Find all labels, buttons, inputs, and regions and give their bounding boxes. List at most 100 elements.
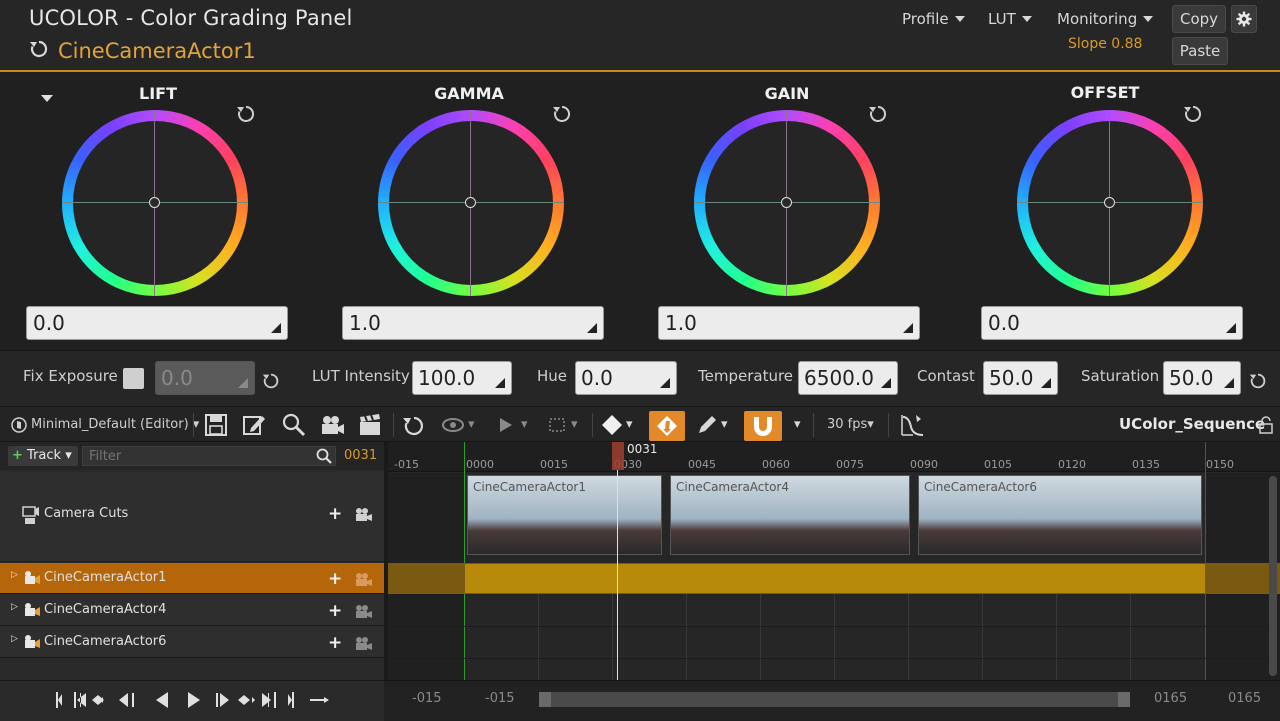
chevron-down-icon[interactable]: ▾	[626, 417, 633, 432]
curve-editor-icon[interactable]	[899, 413, 925, 437]
camera-icon[interactable]	[354, 636, 372, 650]
playhead-line[interactable]	[617, 470, 618, 680]
track-row[interactable]: ▷ CineCameraActor4 +	[0, 595, 384, 626]
menu-lut[interactable]: LUT	[988, 10, 1032, 28]
fix-exposure-field[interactable]: 0.0	[155, 361, 255, 395]
gain-value-field[interactable]: 1.0	[658, 306, 920, 340]
fps-dropdown[interactable]: 30 fps▾	[827, 417, 874, 432]
chevron-down-icon[interactable]: ▾	[571, 417, 578, 432]
chevron-down-icon[interactable]: ▾	[468, 417, 475, 432]
lut-intensity-field[interactable]: 100.0	[412, 361, 512, 395]
camera-icon[interactable]	[354, 604, 372, 618]
expand-icon[interactable]	[659, 377, 671, 389]
jump-to-end-icon[interactable]	[288, 692, 294, 708]
gamma-wheel[interactable]	[378, 110, 564, 296]
step-forward-icon[interactable]	[262, 692, 276, 708]
play-range-icon[interactable]	[494, 413, 520, 437]
search-icon[interactable]	[316, 448, 332, 464]
step-frame-forward-icon[interactable]	[216, 693, 229, 707]
expand-icon[interactable]	[880, 377, 892, 389]
expand-arrow-icon[interactable]: ▷	[11, 602, 18, 612]
camera-cuts-row[interactable]: Camera Cuts +	[0, 472, 384, 562]
undo-icon[interactable]	[401, 413, 427, 437]
visibility-icon[interactable]	[441, 413, 467, 437]
step-frame-back-icon[interactable]	[119, 693, 134, 707]
actor-name[interactable]: CineCameraActor1	[58, 39, 256, 63]
camera-section-bar[interactable]	[465, 564, 1205, 593]
paste-button[interactable]: Paste	[1172, 37, 1228, 65]
reset-icon[interactable]	[235, 103, 257, 125]
wheel-handle[interactable]	[781, 197, 792, 208]
wheel-handle[interactable]	[149, 197, 160, 208]
reset-icon[interactable]	[1248, 371, 1268, 391]
wheel-handle[interactable]	[1104, 197, 1115, 208]
end-marker[interactable]	[1205, 442, 1206, 680]
camera-cut-clip[interactable]: CineCameraActor4	[670, 475, 910, 555]
search-icon[interactable]	[281, 413, 307, 437]
camera-cut-clip[interactable]: CineCameraActor6	[918, 475, 1202, 555]
add-track-button[interactable]: + Track ▾	[8, 446, 78, 466]
pencil-icon[interactable]	[695, 413, 721, 437]
expand-icon[interactable]	[270, 322, 282, 334]
view-end[interactable]: 0165	[1154, 691, 1187, 706]
play-reverse-icon[interactable]	[156, 692, 168, 708]
menu-profile[interactable]: Profile	[902, 10, 965, 28]
add-icon[interactable]: +	[328, 601, 342, 621]
preset-dropdown[interactable]: Minimal_Default (Editor) ▾	[31, 417, 199, 432]
saturation-field[interactable]: 50.0	[1163, 361, 1241, 395]
add-icon[interactable]: +	[328, 504, 342, 524]
gamma-value-field[interactable]: 1.0	[342, 306, 604, 340]
camera-icon[interactable]	[354, 572, 372, 586]
camera-cut-clip[interactable]: CineCameraActor1	[467, 475, 662, 555]
expand-icon[interactable]	[1223, 377, 1235, 389]
reset-icon[interactable]	[1182, 103, 1204, 125]
wheel-handle[interactable]	[465, 197, 476, 208]
lift-value-field[interactable]: 0.0	[26, 306, 288, 340]
jump-to-start-icon[interactable]	[56, 692, 62, 708]
vertical-scrollbar[interactable]	[1269, 476, 1277, 676]
range-start[interactable]: -015	[412, 691, 442, 706]
lock-icon[interactable]	[1258, 416, 1274, 434]
key-icon[interactable]	[599, 413, 625, 437]
chevron-down-icon[interactable]: ▾	[794, 417, 801, 432]
save-icon[interactable]	[203, 413, 229, 437]
chevron-down-icon[interactable]: ▾	[721, 417, 728, 432]
reset-icon[interactable]	[28, 38, 50, 60]
copy-button[interactable]: Copy	[1172, 5, 1226, 33]
expand-icon[interactable]	[902, 322, 914, 334]
expand-icon[interactable]	[1040, 377, 1052, 389]
snap-button[interactable]	[744, 411, 782, 441]
range-end[interactable]: 0165	[1228, 691, 1261, 706]
temperature-field[interactable]: 6500.0	[798, 361, 898, 395]
expand-icon[interactable]	[586, 322, 598, 334]
edit-icon[interactable]	[241, 413, 267, 437]
gain-wheel[interactable]	[694, 110, 880, 296]
settings-button[interactable]	[1231, 5, 1257, 33]
track-row[interactable]: ▷ CineCameraActor1 +	[0, 563, 384, 594]
current-frame[interactable]: 0031	[344, 448, 377, 463]
play-icon[interactable]	[188, 692, 200, 708]
expand-arrow-icon[interactable]: ▷	[11, 570, 18, 580]
lift-wheel[interactable]	[62, 110, 248, 296]
expand-arrow-icon[interactable]: ▷	[11, 634, 18, 644]
view-start[interactable]: -015	[485, 691, 515, 706]
step-back-icon[interactable]	[74, 692, 86, 708]
track-row[interactable]: ▷ CineCameraActor6 +	[0, 627, 384, 658]
menu-monitoring[interactable]: Monitoring	[1057, 10, 1154, 28]
start-marker[interactable]	[464, 442, 465, 680]
collapse-arrow-icon[interactable]	[41, 95, 53, 102]
playhead-handle[interactable]	[612, 442, 624, 470]
track-filter-input[interactable]	[82, 446, 336, 466]
loop-icon[interactable]	[310, 697, 329, 703]
reset-icon[interactable]	[261, 371, 281, 391]
expand-icon[interactable]	[1225, 322, 1237, 334]
auto-key-button[interactable]	[649, 411, 685, 441]
add-icon[interactable]: +	[328, 633, 342, 653]
selection-icon[interactable]	[545, 413, 571, 437]
previous-key-icon[interactable]	[92, 695, 104, 705]
reset-icon[interactable]	[551, 103, 573, 125]
expand-icon[interactable]	[494, 377, 506, 389]
reset-icon[interactable]	[867, 103, 889, 125]
add-icon[interactable]: +	[328, 569, 342, 589]
expand-icon[interactable]	[237, 377, 249, 389]
